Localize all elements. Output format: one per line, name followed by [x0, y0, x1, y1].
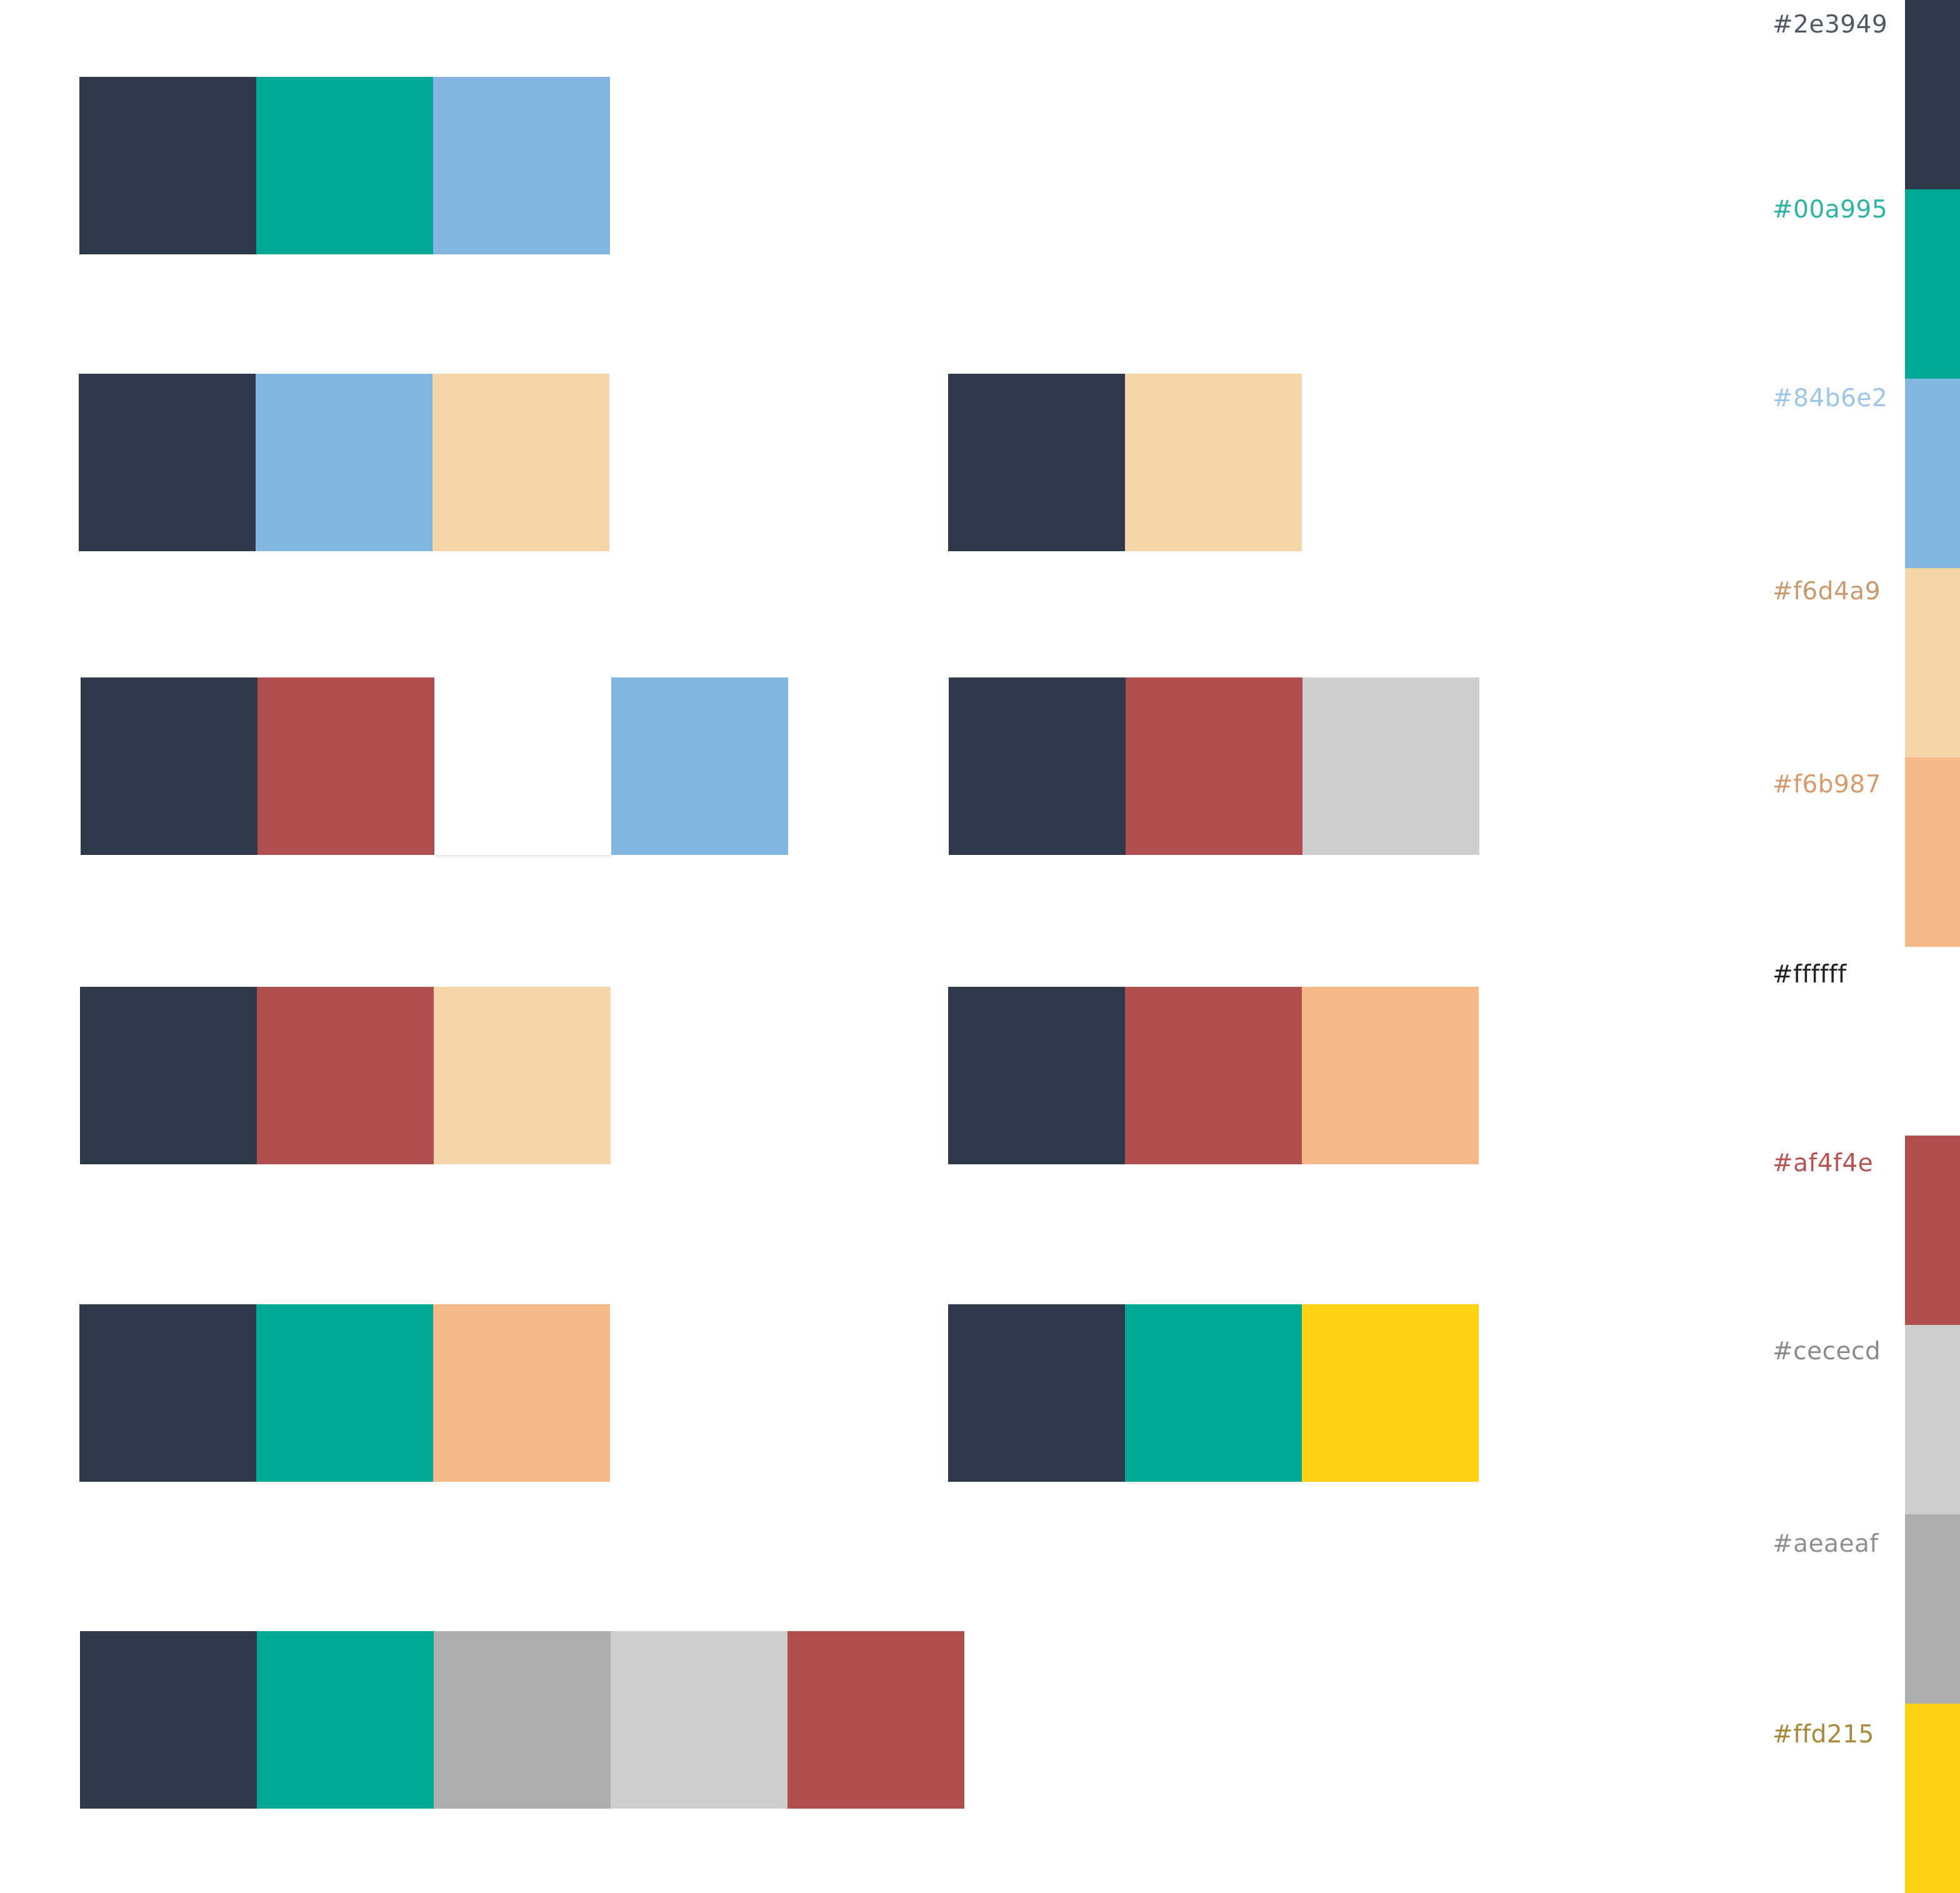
palette-strip-swatch: [1905, 1704, 1960, 1893]
swatch: [80, 987, 257, 1164]
swatch: [256, 374, 432, 551]
swatch: [1126, 677, 1302, 855]
hex-label: #af4f4e: [1772, 1149, 1874, 1177]
hex-label: #84b6e2: [1772, 384, 1888, 412]
swatch: [79, 1304, 256, 1482]
swatch: [434, 1631, 611, 1809]
hex-label: #ffffff: [1772, 961, 1847, 989]
swatch: [433, 77, 610, 254]
hex-label: #00a995: [1772, 196, 1888, 224]
swatch: [257, 1631, 434, 1809]
swatch: [79, 77, 256, 254]
swatch: [788, 1631, 964, 1809]
combination-7: [948, 987, 1479, 1164]
swatch: [79, 374, 256, 551]
hex-label: #ffd215: [1772, 1721, 1874, 1749]
combination-3: [948, 374, 1302, 551]
palette-hex-labels: #2e3949 #00a995 #84b6e2 #f6d4a9 #f6b987 #ffff…: [1772, 0, 1898, 1893]
combination-4: [81, 677, 788, 855]
palette-strip-swatch: [1905, 189, 1960, 379]
palette-strip-swatch: [1905, 0, 1960, 189]
swatch: [948, 987, 1125, 1164]
palette-strip-swatch: [1905, 1136, 1960, 1326]
swatch: [434, 987, 611, 1164]
combination-10: [80, 1631, 964, 1809]
hex-label: #f6b987: [1772, 771, 1881, 799]
palette-strip-swatch: [1905, 1514, 1960, 1704]
combination-1: [79, 77, 610, 254]
swatch: [432, 374, 609, 551]
swatch: [1125, 1304, 1302, 1482]
swatch: [1302, 987, 1479, 1164]
hex-label: #aeaeaf: [1772, 1530, 1879, 1558]
swatch: [1302, 1304, 1479, 1482]
swatch: [434, 677, 611, 855]
palette-strip-swatch: [1905, 567, 1960, 757]
hex-label: #f6d4a9: [1772, 577, 1881, 606]
swatch: [1302, 677, 1479, 855]
swatch: [949, 677, 1126, 855]
hex-label: #2e3949: [1772, 11, 1888, 39]
hex-label: #cececd: [1772, 1337, 1881, 1366]
palette-strip-swatch: [1905, 378, 1960, 568]
swatch: [80, 1631, 257, 1809]
combination-6: [80, 987, 611, 1164]
combination-5: [949, 677, 1479, 855]
swatch: [948, 1304, 1125, 1482]
swatch: [1125, 374, 1302, 551]
combination-9: [948, 1304, 1479, 1482]
swatch: [1125, 987, 1302, 1164]
swatch: [258, 677, 434, 855]
combination-8: [79, 1304, 610, 1482]
swatch: [256, 77, 433, 254]
swatch: [256, 1304, 433, 1482]
swatch: [611, 677, 788, 855]
swatch: [948, 374, 1125, 551]
swatch: [81, 677, 258, 855]
palette-strip-swatch: [1905, 1325, 1960, 1515]
palette-strip-swatch: [1905, 757, 1960, 947]
color-combinations: [0, 0, 1750, 1893]
combination-2: [79, 374, 609, 551]
swatch: [257, 987, 434, 1164]
palette-strip: [1905, 0, 1960, 1893]
swatch: [611, 1631, 788, 1809]
swatch: [433, 1304, 610, 1482]
palette-strip-swatch: [1905, 946, 1960, 1136]
